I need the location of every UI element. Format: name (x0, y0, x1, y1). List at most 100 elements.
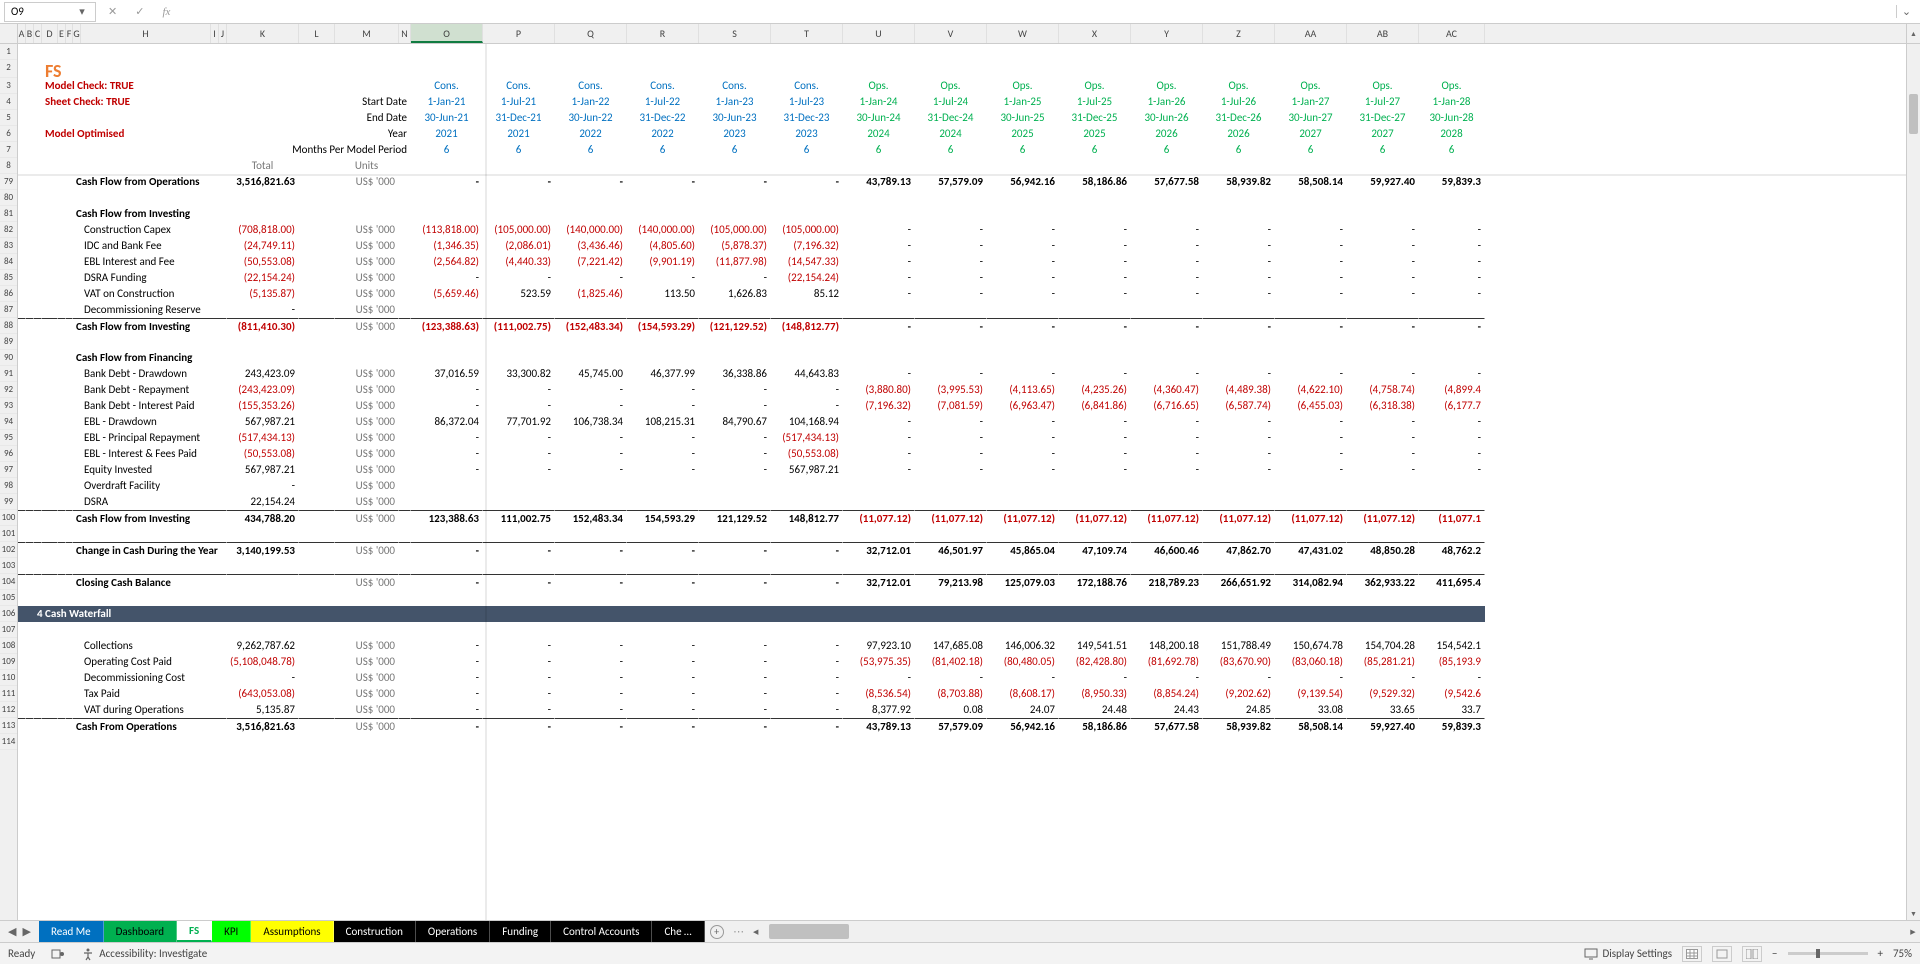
cell[interactable] (34, 238, 42, 254)
cell[interactable]: Model Check: TRUE (42, 78, 227, 94)
cell[interactable]: 6 (411, 142, 483, 158)
cell[interactable] (26, 302, 34, 318)
cell[interactable]: - (555, 430, 627, 446)
cell[interactable] (399, 686, 411, 702)
cell[interactable] (1347, 494, 1419, 510)
cell[interactable]: Ops. (843, 78, 915, 94)
cell[interactable] (18, 78, 26, 94)
cell[interactable]: - (1059, 318, 1131, 334)
cell[interactable] (34, 190, 42, 206)
cell[interactable]: - (843, 318, 915, 334)
cell[interactable] (42, 190, 58, 206)
cell[interactable]: - (555, 446, 627, 462)
cell[interactable]: - (1419, 270, 1485, 286)
cell[interactable]: (4,489.38) (1203, 382, 1275, 398)
cell[interactable] (18, 462, 26, 478)
cell[interactable]: (154,593.29) (627, 318, 699, 334)
cell[interactable] (987, 494, 1059, 510)
cell[interactable] (483, 558, 555, 574)
cell[interactable] (299, 350, 335, 366)
cell[interactable]: - (987, 414, 1059, 430)
cell[interactable]: Cash Flow from Financing (73, 350, 227, 366)
cell[interactable] (26, 270, 34, 286)
cell[interactable] (81, 44, 211, 60)
cell[interactable] (18, 318, 26, 334)
cell[interactable] (915, 526, 987, 542)
cell[interactable] (699, 350, 771, 366)
cell[interactable] (843, 60, 915, 78)
cell[interactable]: 48,850.28 (1347, 542, 1419, 558)
cell[interactable] (1131, 494, 1203, 510)
cell[interactable] (1059, 622, 1131, 638)
row-header[interactable]: 86 (0, 286, 17, 302)
cell[interactable]: - (411, 446, 483, 462)
cell[interactable] (42, 286, 58, 302)
cell[interactable] (34, 302, 42, 318)
cell[interactable]: - (1347, 430, 1419, 446)
zoom-slider[interactable] (1788, 952, 1868, 955)
row-header[interactable]: 112 (0, 702, 17, 718)
cell[interactable] (399, 638, 411, 654)
cell[interactable] (18, 174, 26, 190)
cell[interactable] (299, 430, 335, 446)
cell[interactable]: - (1275, 462, 1347, 478)
cell[interactable] (18, 60, 26, 78)
column-header[interactable]: AB (1347, 24, 1419, 43)
cell[interactable]: US$ '000 (335, 174, 399, 190)
cell[interactable] (1419, 60, 1485, 78)
cell[interactable]: Total (227, 158, 299, 174)
cell[interactable] (73, 110, 81, 126)
cell[interactable] (483, 494, 555, 510)
cell[interactable]: EBL Interest and Fee (81, 254, 227, 270)
cell[interactable]: Cash Flow from Operations (73, 174, 227, 190)
cell[interactable]: 46,377.99 (627, 366, 699, 382)
cell[interactable]: 8,377.92 (843, 702, 915, 718)
column-header[interactable]: G (73, 24, 81, 43)
cell[interactable]: - (987, 430, 1059, 446)
cell[interactable] (1203, 526, 1275, 542)
cell[interactable]: End Date (227, 110, 411, 126)
cell[interactable]: - (227, 302, 299, 318)
cell[interactable] (211, 44, 219, 60)
cell[interactable]: - (987, 222, 1059, 238)
cell[interactable] (58, 270, 66, 286)
cell[interactable] (42, 718, 58, 734)
cell[interactable] (1203, 494, 1275, 510)
cell[interactable]: 0.08 (915, 702, 987, 718)
cell[interactable] (34, 78, 42, 94)
cell[interactable] (299, 558, 335, 574)
cell[interactable] (335, 622, 399, 638)
cell[interactable] (1203, 44, 1275, 60)
cell[interactable]: - (483, 430, 555, 446)
cell[interactable] (1131, 206, 1203, 222)
cell[interactable] (34, 510, 42, 526)
cell[interactable]: Ops. (1347, 78, 1419, 94)
cell[interactable]: - (915, 366, 987, 382)
cell[interactable]: 46,600.46 (1131, 542, 1203, 558)
cell[interactable] (411, 350, 483, 366)
cell[interactable] (1419, 734, 1485, 750)
cell[interactable] (411, 60, 483, 78)
cell[interactable] (1275, 478, 1347, 494)
cell[interactable] (771, 206, 843, 222)
cell[interactable] (843, 494, 915, 510)
cell[interactable] (42, 414, 58, 430)
cell[interactable]: - (1419, 254, 1485, 270)
cell[interactable]: - (843, 270, 915, 286)
cell[interactable]: (7,221.42) (555, 254, 627, 270)
cell[interactable] (411, 734, 483, 750)
cell[interactable] (843, 526, 915, 542)
cell[interactable]: (50,553.08) (227, 446, 299, 462)
cell[interactable] (58, 542, 66, 558)
cell[interactable]: 2024 (915, 126, 987, 142)
cell[interactable]: 59,927.40 (1347, 718, 1419, 734)
cell[interactable] (73, 190, 81, 206)
cell[interactable]: - (627, 686, 699, 702)
cell[interactable]: DSRA Funding (81, 270, 227, 286)
cell[interactable] (399, 398, 411, 414)
cell[interactable]: US$ '000 (335, 398, 399, 414)
cell[interactable] (699, 494, 771, 510)
cell[interactable]: 113.50 (627, 286, 699, 302)
cell[interactable]: US$ '000 (335, 382, 399, 398)
cell[interactable] (1131, 734, 1203, 750)
